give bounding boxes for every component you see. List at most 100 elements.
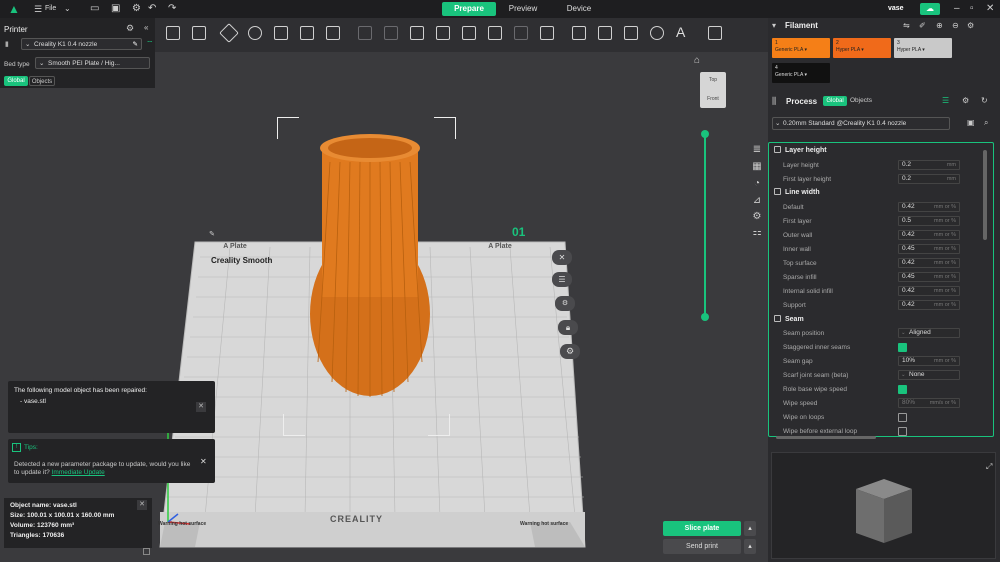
chevron-up-icon[interactable]: ▴ <box>744 521 756 536</box>
remove-filament-icon[interactable]: ⊖ <box>952 21 959 30</box>
fuzzy-skin-icon[interactable] <box>650 26 664 40</box>
add-filament-icon[interactable]: ⊕ <box>936 21 943 30</box>
add-object-icon[interactable] <box>166 26 180 40</box>
top-surface-width-input[interactable]: 0.42 mm or % <box>898 258 960 268</box>
auto-arrange-icon[interactable]: ⚙ <box>555 296 575 311</box>
text-tool-icon[interactable]: A <box>676 24 685 40</box>
layer-slider-top-handle[interactable] <box>701 130 709 138</box>
seam-paint-icon[interactable] <box>598 26 612 40</box>
scarf-seam-select[interactable]: ⌄ None <box>898 370 960 380</box>
support-width-input[interactable]: 0.42 mm or % <box>898 300 960 310</box>
settings-icon[interactable]: ⚙ <box>560 344 580 359</box>
first-layer-width-input[interactable]: 0.5 mm or % <box>898 216 960 226</box>
inner-wall-width-input[interactable]: 0.45 mm or % <box>898 244 960 254</box>
cut-icon[interactable] <box>514 26 528 40</box>
layer-icon[interactable] <box>326 26 340 40</box>
layer-slider-bottom-handle[interactable] <box>701 313 709 321</box>
wipe-loops-checkbox[interactable] <box>898 413 907 422</box>
wipe-speed-input[interactable]: 80% mm/s or % <box>898 398 960 408</box>
others-category-icon[interactable]: ⚙ <box>750 210 764 224</box>
seam-gap-input[interactable]: 10% mm or % <box>898 356 960 366</box>
auto-orient-icon[interactable] <box>248 26 262 40</box>
undo-icon[interactable]: ↶ <box>148 0 156 18</box>
tab-device[interactable]: Device <box>556 2 602 16</box>
lock-icon[interactable]: 🔒︎ <box>558 320 578 335</box>
wifi-icon[interactable]: ⌔ <box>146 39 154 49</box>
internal-solid-infill-width-input[interactable]: 0.42 mm or % <box>898 286 960 296</box>
layer-slider-track[interactable] <box>704 134 706 318</box>
split-icon[interactable] <box>300 26 314 40</box>
measure-icon[interactable] <box>540 26 554 40</box>
expand-preview-icon[interactable]: ⤢ <box>986 462 992 472</box>
role-wipe-speed-checkbox[interactable] <box>898 385 907 394</box>
slice-plate-button[interactable]: Slice plate <box>663 521 741 536</box>
view-cube[interactable]: Top Front <box>700 72 726 108</box>
filament-slot-3[interactable]: 3 Hyper PLA ▾ <box>894 38 952 58</box>
printer-select[interactable]: ⌄ Creality K1 0.4 nozzle ✎ <box>21 38 142 50</box>
split-parts-icon[interactable] <box>384 26 398 40</box>
chevron-down-icon[interactable]: ⌄ <box>64 0 71 18</box>
close-icon[interactable]: ✕ <box>552 250 572 265</box>
tab-preview[interactable]: Preview <box>500 2 546 16</box>
close-icon[interactable]: ✕ <box>196 402 206 412</box>
filament-slot-2[interactable]: 2 Hyper PLA ▾ <box>833 38 891 58</box>
expand-icon[interactable] <box>143 548 150 555</box>
default-width-input[interactable]: 0.42 mm or % <box>898 202 960 212</box>
edit-icon[interactable]: ✎ <box>133 39 138 50</box>
speed-category-icon[interactable]: ◔ <box>750 177 764 191</box>
quality-category-icon[interactable]: ≣ <box>750 143 764 157</box>
update-link[interactable]: Immediate Update <box>52 469 105 476</box>
save-icon[interactable]: ▣ <box>967 118 975 127</box>
cloud-upload-icon[interactable]: ☁ <box>920 3 940 15</box>
strength-category-icon[interactable]: ▦ <box>750 160 764 174</box>
search-icon[interactable]: ⌕ <box>984 118 988 128</box>
menu-icon[interactable]: ☰ <box>34 0 42 18</box>
move-icon[interactable] <box>410 26 424 40</box>
split-objects-icon[interactable] <box>358 26 372 40</box>
process-tab-global[interactable]: Global <box>823 96 847 106</box>
redo-icon[interactable]: ↷ <box>168 0 176 18</box>
layer-height-input[interactable]: 0.2 mm <box>898 160 960 170</box>
open-folder-icon[interactable]: ▭ <box>90 0 99 18</box>
support-paint-icon[interactable] <box>572 26 586 40</box>
filament-slot-4[interactable]: 4 Generic PLA ▾ <box>772 63 830 83</box>
rotate-icon[interactable] <box>436 26 450 40</box>
maximize-icon[interactable]: ▫ <box>970 0 974 18</box>
settings-scrollbar[interactable] <box>983 150 987 240</box>
scale-icon[interactable] <box>462 26 476 40</box>
process-profile-select[interactable]: ⌄ 0.20mm Standard @Creality K1 0.4 nozzl… <box>772 117 950 130</box>
sparse-infill-width-input[interactable]: 0.45 mm or % <box>898 272 960 282</box>
close-icon[interactable]: ✕ <box>986 0 994 18</box>
close-icon[interactable]: ✕ <box>137 500 147 510</box>
gear-icon[interactable]: ⚙ <box>967 21 974 30</box>
assembly-icon[interactable] <box>708 26 722 40</box>
tab-global[interactable]: Global <box>4 76 28 86</box>
edit-plate-icon[interactable]: ✎ <box>205 230 219 240</box>
bed-type-select[interactable]: ⌄ Smooth PEI Plate / Hig... <box>35 57 150 69</box>
lay-flat-icon[interactable] <box>488 26 502 40</box>
home-icon[interactable]: ⌂ <box>694 55 700 66</box>
support-category-icon[interactable]: ⊿ <box>750 194 764 208</box>
arrange-icon[interactable] <box>274 26 288 40</box>
first-layer-height-input[interactable]: 0.2 mm <box>898 174 960 184</box>
send-print-button[interactable]: Send print <box>663 539 741 554</box>
filament-slot-1[interactable]: 1 Generic PLA ▾ <box>772 38 830 58</box>
brush-icon[interactable]: ✐ <box>919 21 926 30</box>
color-paint-icon[interactable] <box>624 26 638 40</box>
staggered-seams-checkbox[interactable] <box>898 343 907 352</box>
settings-h-scrollbar[interactable] <box>776 436 876 439</box>
chevron-up-icon[interactable]: ▴ <box>744 539 756 554</box>
add-plate-icon[interactable] <box>192 26 206 40</box>
sync-icon[interactable]: ⇋ <box>903 21 910 30</box>
file-menu[interactable]: File <box>45 5 56 12</box>
advanced-toggle-icon[interactable]: ☰ <box>942 96 949 105</box>
orient-icon[interactable] <box>219 23 239 43</box>
seam-position-select[interactable]: ⌄ Aligned <box>898 328 960 338</box>
outer-wall-width-input[interactable]: 0.42 mm or % <box>898 230 960 240</box>
gear-icon[interactable]: ⚙ <box>132 0 141 18</box>
gear-icon[interactable]: ⚙ <box>126 23 134 34</box>
minimize-icon[interactable]: – <box>954 0 960 18</box>
tab-objects[interactable]: Objects <box>29 76 55 86</box>
wipe-before-checkbox[interactable] <box>898 427 907 436</box>
filament-collapse-icon[interactable]: ▾ <box>772 21 776 30</box>
